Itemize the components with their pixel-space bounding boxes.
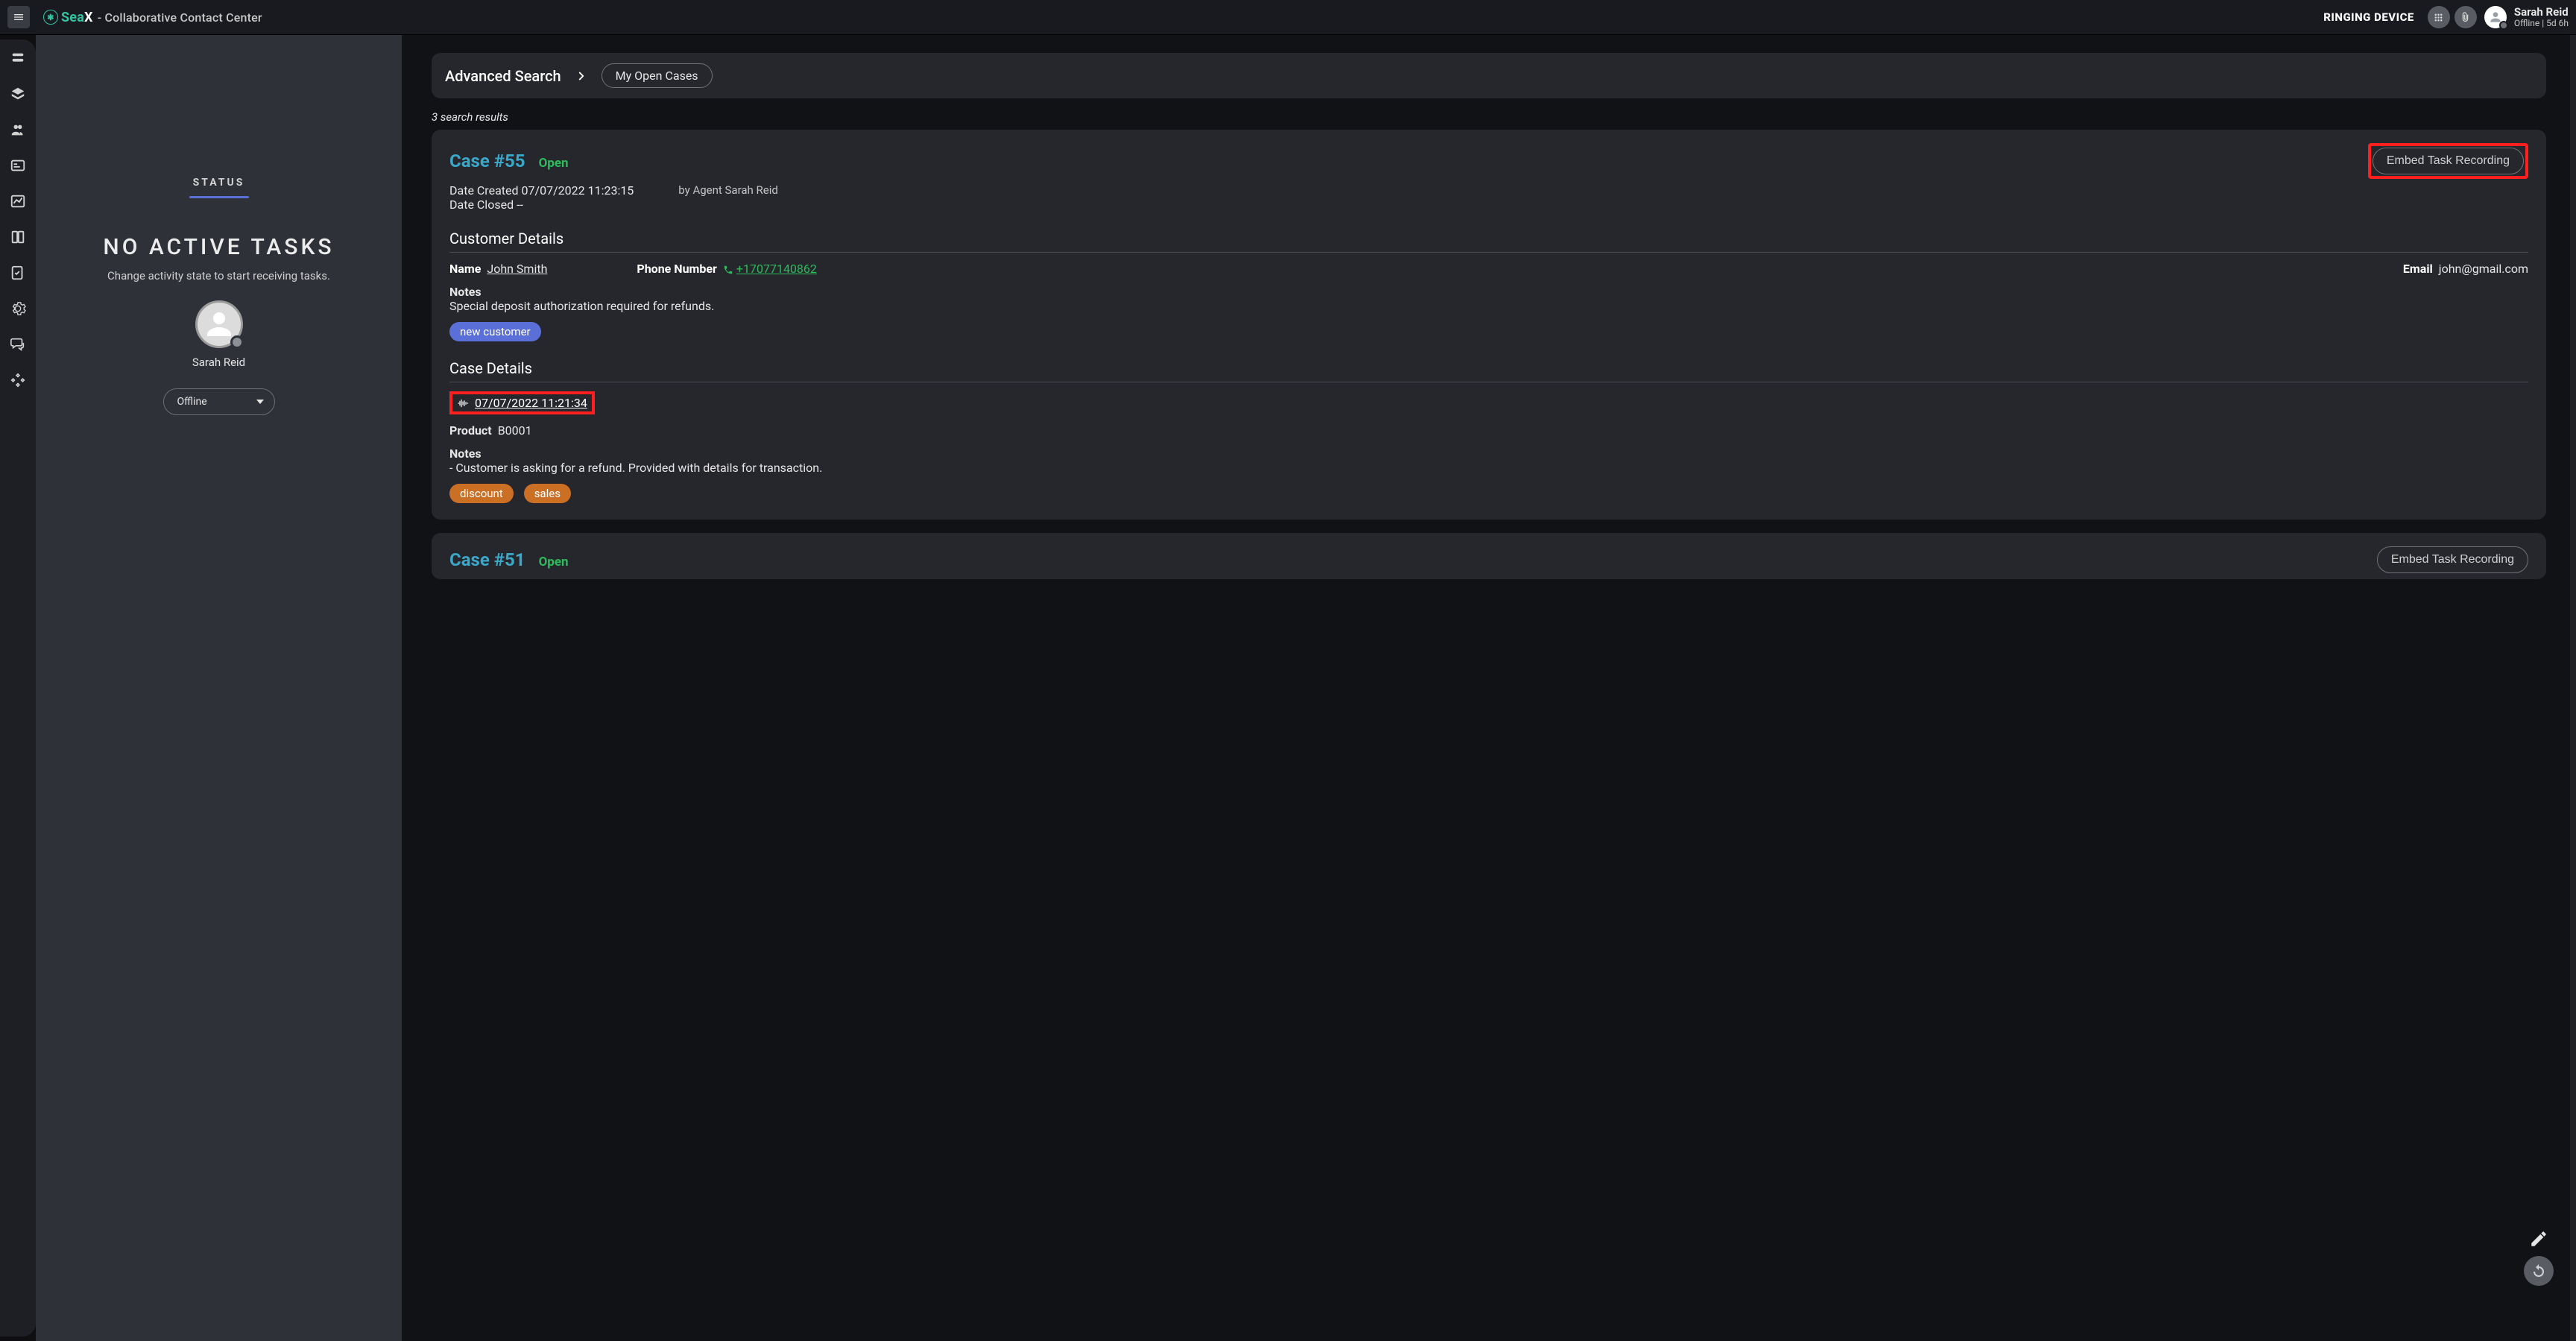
floating-action-icons [2524,1229,2554,1286]
header-user-name: Sarah Reid [2514,6,2569,19]
header-user-status: Offline | 5d 6h [2514,19,2569,28]
case-details-heading: Case Details [449,359,2528,382]
refresh-button[interactable] [2524,1256,2554,1286]
tasks-panel: STATUS NO ACTIVE TASKS Change activity s… [36,35,402,1341]
customer-phone-link[interactable]: +17077140862 [736,262,817,276]
nav-library-icon[interactable] [10,229,26,245]
customer-name-field: Name John Smith [449,262,547,276]
nav-rail [0,40,36,1337]
content-panel: Advanced Search My Open Cases 3 search r… [402,35,2576,1341]
no-tasks-hint: Change activity state to start receiving… [107,269,330,283]
highlight-embed-button: Embed Task Recording [2368,143,2528,179]
nav-tasks-icon[interactable] [10,265,26,281]
dialpad-button[interactable] [2428,6,2450,28]
by-agent-label: by Agent Sarah Reid [678,183,778,197]
nav-chat-icon[interactable] [10,336,26,353]
edit-case-button[interactable] [2529,1229,2548,1252]
case-status-badge: Open [539,555,569,569]
logo-text-suffix: X [84,10,93,25]
nav-queues-icon[interactable] [10,50,26,66]
product-field: ProductB0001 [449,423,2528,438]
customer-tag[interactable]: new customer [449,322,541,341]
case-notes: Notes - Customer is asking for a refund.… [449,447,2528,475]
logo-badge-icon: ✱ [43,10,58,25]
nav-layers-icon[interactable] [10,86,26,102]
case-card-55: Case #55 Open Embed Task Recording Date … [432,130,2546,520]
nav-analytics-icon[interactable] [10,193,26,209]
customer-name-link[interactable]: John Smith [487,262,547,276]
chevron-right-icon [575,69,588,83]
no-active-tasks-title: NO ACTIVE TASKS [103,234,334,260]
agent-presence-dot-icon [230,335,244,349]
phone-icon [723,265,733,275]
case-title[interactable]: Case #51 [449,549,525,570]
filter-pill-my-open-cases[interactable]: My Open Cases [602,63,713,88]
top-bar: ✱ Sea X - Collaborative Contact Center R… [0,0,2576,35]
nav-settings-icon[interactable] [10,300,26,317]
search-results-count: 3 search results [432,110,2546,124]
pencil-icon [2529,1229,2548,1249]
scrollbar[interactable] [2570,35,2576,1341]
brand-block: ✱ Sea X - Collaborative Contact Center [43,10,262,25]
ringing-device-label: RINGING DEVICE [2323,10,2414,24]
case-tag[interactable]: discount [449,484,514,503]
attachment-button[interactable] [2455,6,2477,28]
recording-timestamp-link[interactable]: 07/07/2022 11:21:34 [475,396,587,410]
customer-phone-field: Phone Number +17077140862 [637,262,817,276]
nav-contacts-icon[interactable] [10,122,26,138]
case-status-badge: Open [539,156,569,171]
logo-text-prefix: Sea [61,10,84,25]
advanced-search-label: Advanced Search [445,67,561,85]
agent-avatar [195,300,243,348]
hamburger-icon [13,11,25,23]
status-underline [189,196,249,198]
app-subtitle: - Collaborative Contact Center [98,10,262,25]
user-menu[interactable]: Sarah Reid Offline | 5d 6h [2484,6,2569,28]
customer-details-heading: Customer Details [449,230,2528,253]
customer-notes: Notes Special deposit authorization requ… [449,285,2528,313]
agent-name-label: Sarah Reid [192,356,245,369]
person-icon [201,306,237,342]
paperclip-icon [2460,12,2471,23]
waveform-icon [457,397,469,409]
menu-toggle-button[interactable] [7,6,30,28]
chevron-down-icon [256,400,264,404]
status-heading: STATUS [193,177,245,196]
presence-dot-icon [2499,21,2508,30]
case-tag[interactable]: sales [524,484,571,503]
agent-status-select[interactable]: Offline [163,388,275,415]
embed-task-recording-button[interactable]: Embed Task Recording [2377,546,2528,573]
refresh-icon [2530,1262,2548,1280]
agent-status-value: Offline [177,396,207,408]
main-layout: STATUS NO ACTIVE TASKS Change activity s… [0,35,2576,1341]
nav-cases-icon[interactable] [10,157,26,174]
highlight-recording-link: 07/07/2022 11:21:34 [449,391,595,414]
embed-task-recording-button[interactable]: Embed Task Recording [2373,148,2524,174]
avatar [2484,6,2507,28]
customer-email-value: john@gmail.com [2439,262,2528,276]
advanced-search-bar[interactable]: Advanced Search My Open Cases [432,53,2546,98]
case-card-51: Case #51 Open Embed Task Recording [432,533,2546,579]
case-title[interactable]: Case #55 [449,151,525,171]
dialpad-icon [2433,12,2444,23]
nav-integrations-icon[interactable] [10,372,26,388]
date-created-line: Date Created 07/07/2022 11:23:15 [449,183,634,198]
date-closed-line: Date Closed -- [449,198,634,212]
customer-email-field: Email john@gmail.com [2403,262,2528,276]
